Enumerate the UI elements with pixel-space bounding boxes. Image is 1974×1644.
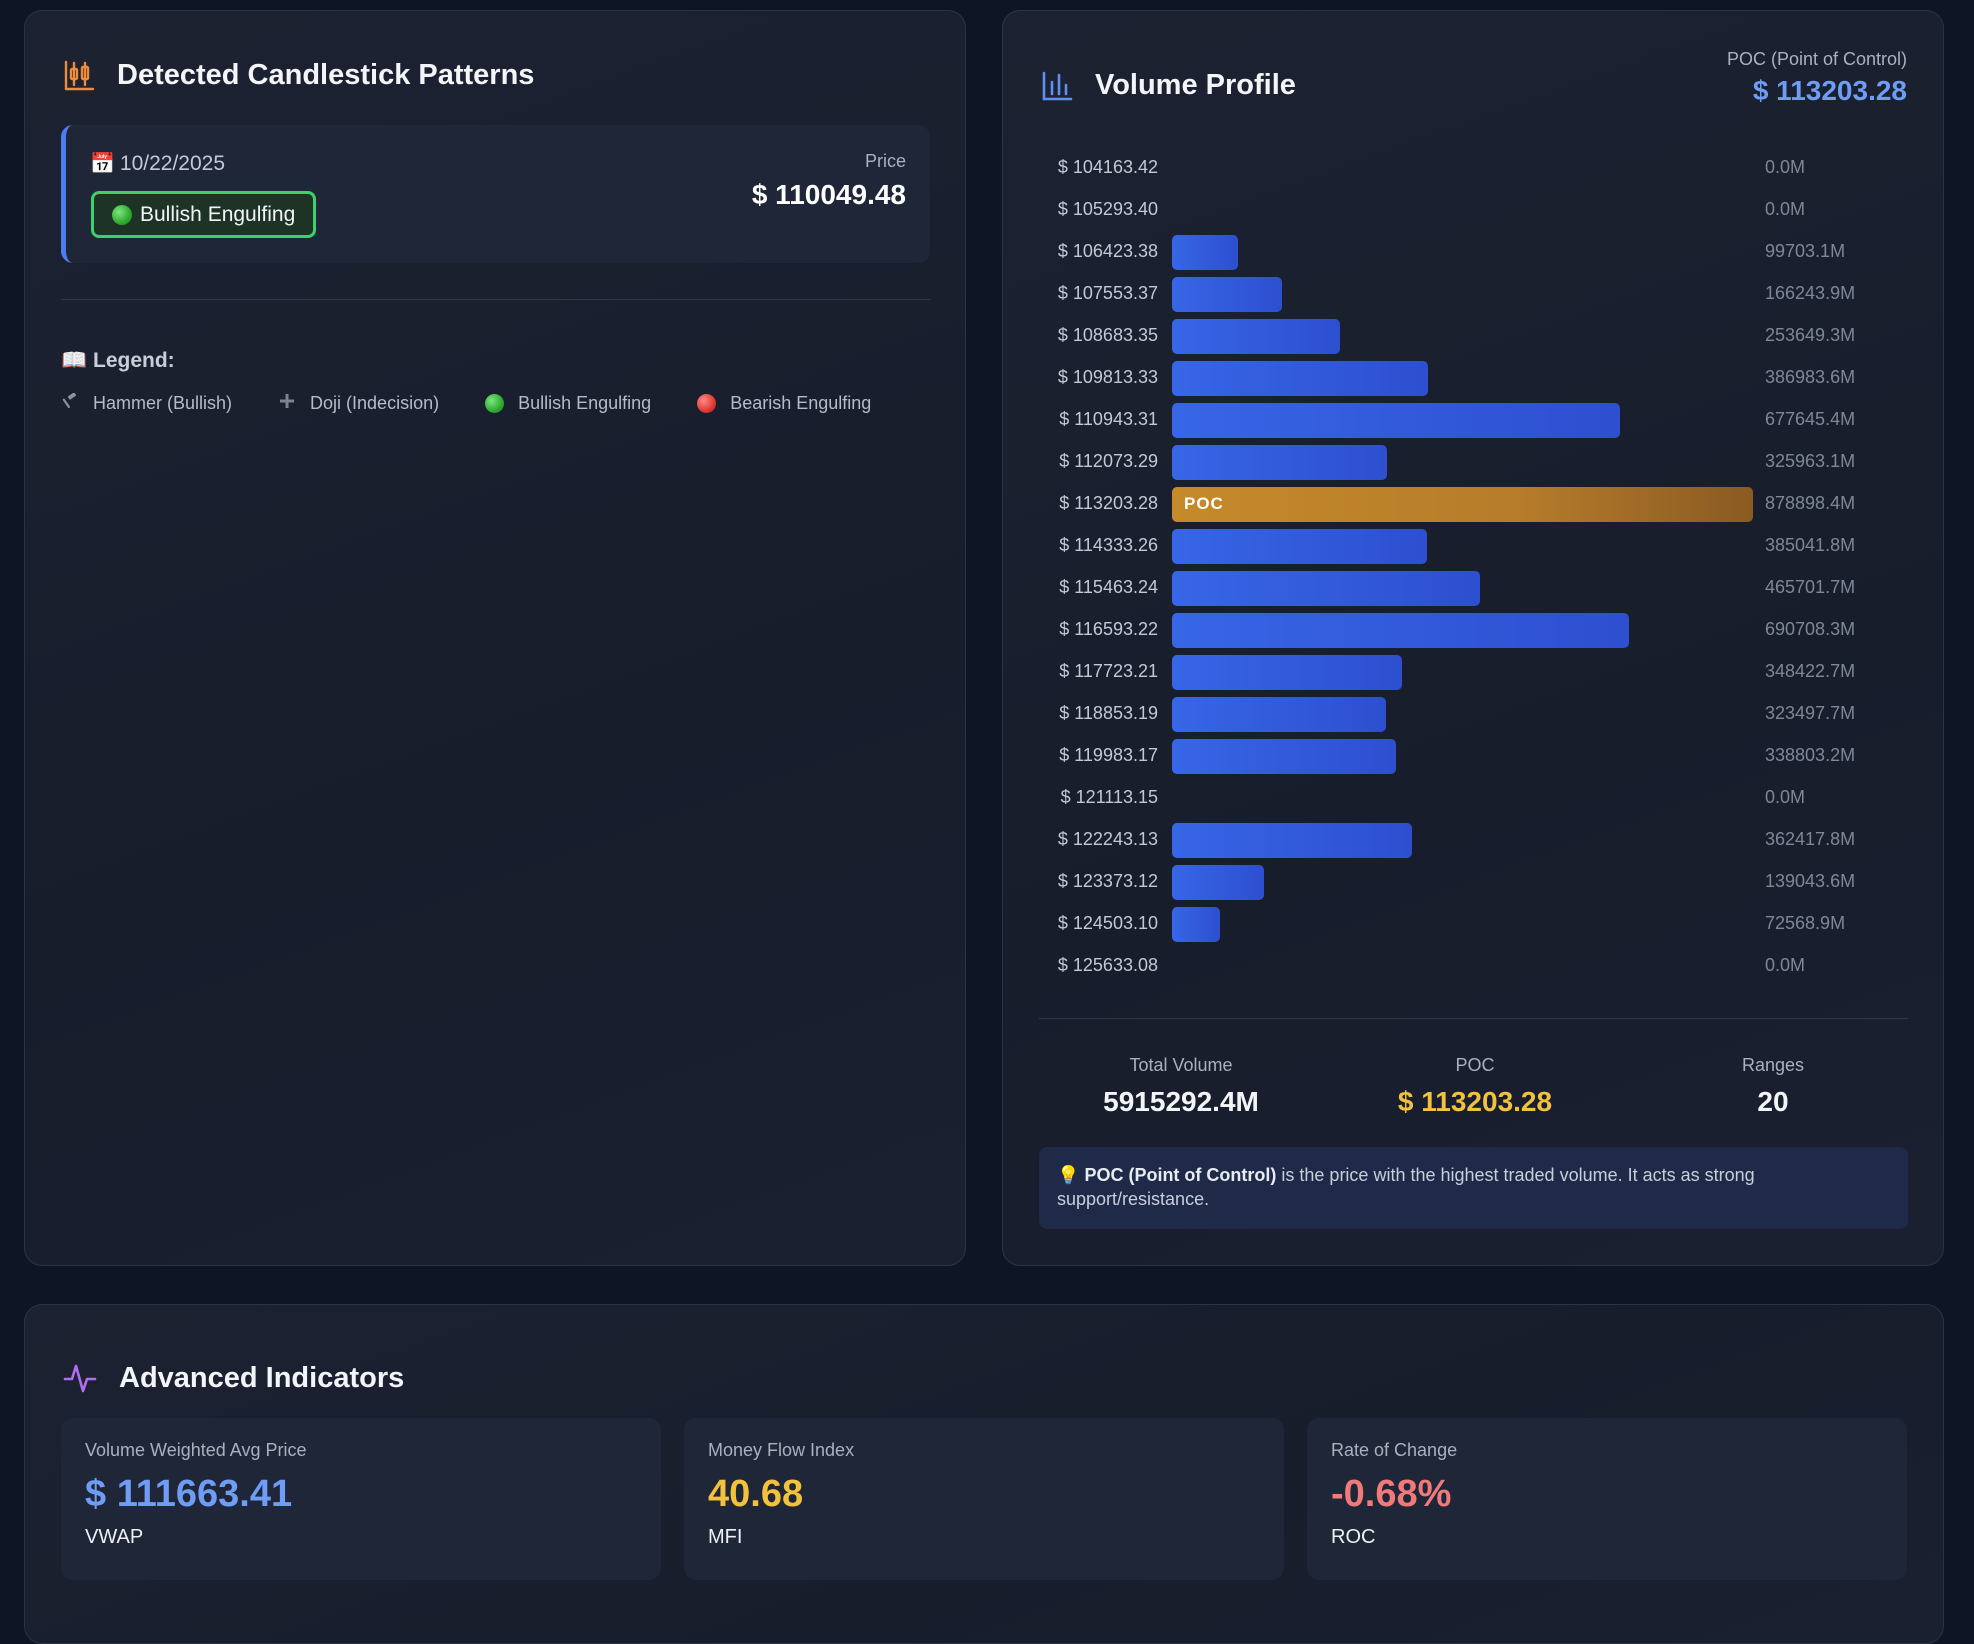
legend-title: 📖 Legend: bbox=[61, 349, 175, 372]
price-level-label: $ 116593.22 bbox=[1059, 619, 1158, 639]
volume-value-label: 385041.8M bbox=[1765, 535, 1856, 555]
indicator-mfi: Money Flow Index 40.68 MFI bbox=[684, 1418, 1284, 1580]
volume-bar[interactable] bbox=[1172, 864, 1264, 900]
volume-bar[interactable] bbox=[1172, 402, 1620, 438]
volume-value-label: 386983.6M bbox=[1765, 367, 1856, 387]
price-level-label: $ 119983.17 bbox=[1059, 745, 1158, 765]
candlestick-icon bbox=[64, 60, 95, 90]
volume-value-label: 348422.7M bbox=[1765, 661, 1856, 681]
legend-item-hammer: Hammer (Bullish) bbox=[61, 392, 232, 414]
pattern-name: Bullish Engulfing bbox=[140, 202, 296, 226]
indicator-vwap: Volume Weighted Avg Price $ 111663.41 VW… bbox=[61, 1418, 661, 1580]
pattern-date-text: 10/22/2025 bbox=[119, 151, 226, 175]
price-level-label: $ 113203.28 bbox=[1059, 493, 1158, 513]
lightbulb-icon: 💡 bbox=[1057, 1165, 1080, 1185]
green-circle-icon bbox=[112, 204, 132, 225]
red-circle-icon bbox=[697, 394, 717, 413]
pattern-price: $ 110049.48 bbox=[751, 179, 906, 210]
price-level-label: $ 112073.29 bbox=[1059, 451, 1158, 471]
volume-bar[interactable] bbox=[1172, 906, 1220, 942]
volume-bar[interactable] bbox=[1172, 360, 1428, 396]
pattern-date: 📅 10/22/2025 bbox=[90, 151, 225, 176]
activity-icon bbox=[63, 1364, 97, 1393]
price-level-label: $ 104163.42 bbox=[1057, 157, 1158, 177]
pattern-list-item[interactable]: 📅 10/22/2025 Bullish Engulfing Price $ 1… bbox=[61, 125, 930, 263]
candlestick-card-title: Detected Candlestick Patterns bbox=[63, 59, 534, 92]
pattern-badge: Bullish Engulfing bbox=[91, 191, 317, 238]
volume-bar[interactable] bbox=[1172, 612, 1629, 648]
volume-bar[interactable] bbox=[1172, 822, 1412, 858]
volume-value-label: 99703.1M bbox=[1765, 241, 1846, 261]
price-level-label: $ 107553.37 bbox=[1057, 283, 1158, 303]
divider bbox=[61, 299, 930, 300]
volume-bar[interactable] bbox=[1172, 276, 1282, 312]
divider bbox=[1039, 1018, 1908, 1019]
volume-value-label: 72568.9M bbox=[1765, 913, 1846, 933]
volume-bar[interactable] bbox=[1172, 444, 1388, 480]
hammer-icon bbox=[61, 392, 79, 414]
volume-value-label: 0.0M bbox=[1765, 199, 1806, 219]
volume-value-label: 0.0M bbox=[1765, 157, 1806, 177]
volume-value-label: 325963.1M bbox=[1765, 451, 1856, 471]
stat-ranges: Ranges 20 bbox=[1741, 1055, 1805, 1117]
volume-value-label: 677645.4M bbox=[1765, 409, 1856, 429]
stat-total-volume: Total Volume 5915292.4M bbox=[1103, 1055, 1259, 1117]
poc-bar-label: POC bbox=[1184, 493, 1224, 513]
volume-value-label: 0.0M bbox=[1765, 787, 1806, 807]
page-title: Detected Candlestick Patterns bbox=[117, 59, 535, 91]
volume-value-label: 362417.8M bbox=[1765, 829, 1856, 849]
volume-value-label: 338803.2M bbox=[1765, 745, 1856, 765]
price-level-label: $ 106423.38 bbox=[1057, 241, 1158, 261]
stat-poc: POC $ 113203.28 bbox=[1397, 1055, 1553, 1117]
volume-bar[interactable] bbox=[1172, 528, 1427, 564]
price-level-label: $ 125633.08 bbox=[1057, 955, 1158, 975]
volume-bar[interactable] bbox=[1172, 318, 1340, 354]
volume-bar[interactable] bbox=[1172, 570, 1480, 606]
price-level-label: $ 121113.15 bbox=[1060, 787, 1158, 807]
volume-value-label: 139043.6M bbox=[1765, 871, 1856, 891]
indicator-roc: Rate of Change -0.68% ROC bbox=[1307, 1418, 1907, 1580]
price-label: Price bbox=[864, 151, 906, 171]
legend: Hammer (Bullish) Doji (Indecision) Bulli… bbox=[61, 392, 917, 414]
volume-bar[interactable] bbox=[1172, 738, 1396, 774]
volume-value-label: 253649.3M bbox=[1765, 325, 1856, 345]
advanced-indicators-title: Advanced Indicators bbox=[63, 1361, 404, 1395]
price-level-label: $ 124503.10 bbox=[1057, 913, 1158, 933]
volume-value-label: 0.0M bbox=[1765, 955, 1806, 975]
volume-profile-chart: $ 104163.42 0.0M $ 105293.40 0.0M $ 106423.3… bbox=[1003, 11, 1945, 1011]
candlestick-patterns-card: Detected Candlestick Patterns 📅 10/22/20… bbox=[24, 10, 966, 1266]
volume-profile-card: Volume Profile POC (Point of Control) $ … bbox=[1002, 10, 1944, 1266]
volume-value-label: 690708.3M bbox=[1765, 619, 1856, 639]
price-level-label: $ 110943.31 bbox=[1059, 409, 1158, 429]
price-level-label: $ 114333.26 bbox=[1059, 535, 1158, 555]
volume-value-label: 878898.4M bbox=[1765, 493, 1856, 513]
legend-item-bearish: Bearish Engulfing bbox=[697, 393, 871, 414]
volume-value-label: 465701.7M bbox=[1765, 577, 1856, 597]
poc-info-note: 💡 POC (Point of Control) is the price wi… bbox=[1039, 1147, 1908, 1229]
book-icon: 📖 bbox=[61, 349, 88, 372]
calendar-icon: 📅 bbox=[90, 153, 115, 175]
green-circle-icon bbox=[485, 394, 505, 413]
plus-icon bbox=[278, 393, 296, 414]
price-level-label: $ 108683.35 bbox=[1057, 325, 1158, 345]
legend-item-bullish: Bullish Engulfing bbox=[485, 393, 651, 414]
volume-value-label: 166243.9M bbox=[1765, 283, 1856, 303]
price-level-label: $ 118853.19 bbox=[1059, 703, 1158, 723]
legend-item-doji: Doji (Indecision) bbox=[278, 393, 439, 414]
volume-bar[interactable] bbox=[1172, 654, 1403, 690]
volume-bar[interactable] bbox=[1172, 234, 1238, 270]
price-level-label: $ 123373.12 bbox=[1057, 871, 1158, 891]
price-level-label: $ 115463.24 bbox=[1059, 577, 1158, 597]
price-level-label: $ 117723.21 bbox=[1059, 661, 1158, 681]
advanced-indicators-card: Advanced Indicators Volume Weighted Avg … bbox=[24, 1304, 1944, 1644]
volume-bar[interactable] bbox=[1172, 696, 1386, 732]
price-level-label: $ 122243.13 bbox=[1057, 829, 1158, 849]
volume-value-label: 323497.7M bbox=[1765, 703, 1856, 723]
price-level-label: $ 109813.33 bbox=[1057, 367, 1158, 387]
price-level-label: $ 105293.40 bbox=[1057, 199, 1158, 219]
poc-volume-bar[interactable]: POC bbox=[1172, 486, 1753, 522]
